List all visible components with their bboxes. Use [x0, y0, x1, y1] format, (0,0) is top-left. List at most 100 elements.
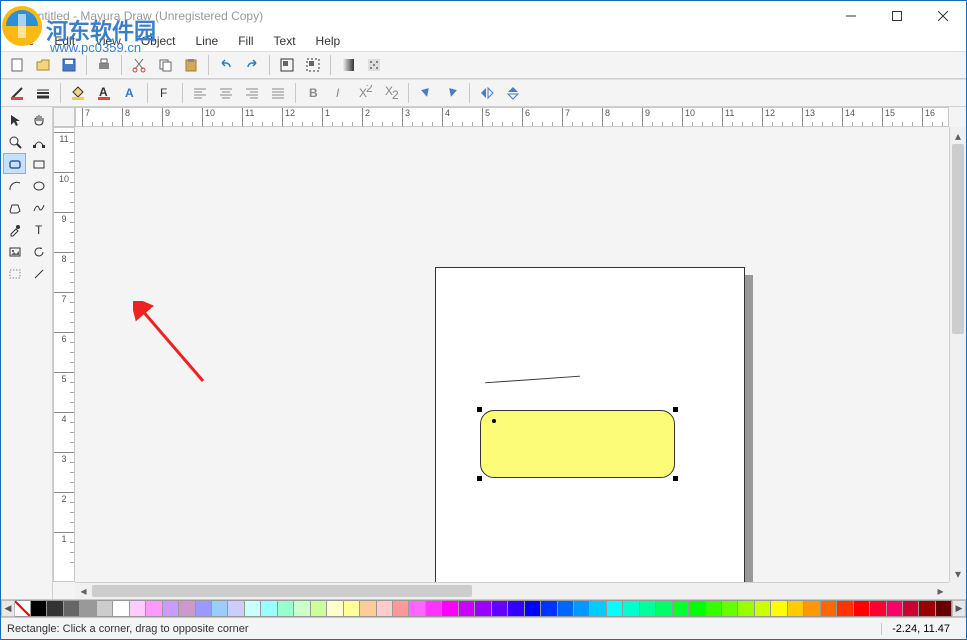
- horizontal-ruler[interactable]: 78910111212345678910111213141516: [75, 107, 949, 127]
- hand-tool[interactable]: [27, 109, 50, 130]
- menu-help[interactable]: Help: [308, 32, 349, 50]
- color-swatch[interactable]: [492, 600, 508, 617]
- subscript-button[interactable]: X2: [379, 82, 403, 104]
- color-swatch[interactable]: [360, 600, 376, 617]
- color-swatch[interactable]: [146, 600, 162, 617]
- color-swatch[interactable]: [804, 600, 820, 617]
- new-button[interactable]: [5, 54, 29, 76]
- node-tool[interactable]: [27, 131, 50, 152]
- vertical-scrollbar[interactable]: ▴ ▾: [949, 127, 966, 582]
- color-swatch[interactable]: [936, 600, 952, 617]
- close-button[interactable]: [920, 1, 966, 31]
- color-swatch[interactable]: [113, 600, 129, 617]
- redo-button[interactable]: [240, 54, 264, 76]
- rounded-rect-tool[interactable]: [3, 153, 26, 174]
- color-swatch[interactable]: [442, 600, 458, 617]
- paste-button[interactable]: [179, 54, 203, 76]
- menu-text[interactable]: Text: [266, 32, 304, 50]
- menu-line[interactable]: Line: [188, 32, 227, 50]
- scroll-thumb[interactable]: [92, 585, 472, 597]
- eyedropper-tool[interactable]: [3, 219, 26, 240]
- color-swatch[interactable]: [393, 600, 409, 617]
- color-swatch[interactable]: [640, 600, 656, 617]
- color-swatch[interactable]: [673, 600, 689, 617]
- line-color-button[interactable]: [5, 82, 29, 104]
- menu-file[interactable]: File: [7, 32, 42, 50]
- color-swatch[interactable]: [656, 600, 672, 617]
- menu-edit[interactable]: Edit: [46, 32, 83, 50]
- italic-button[interactable]: I: [327, 82, 351, 104]
- flip-h-button[interactable]: [475, 82, 499, 104]
- palette-scroll-left[interactable]: ◀: [1, 600, 15, 617]
- color-swatch[interactable]: [854, 600, 870, 617]
- menu-fill[interactable]: Fill: [230, 32, 261, 50]
- color-swatch[interactable]: [738, 600, 754, 617]
- color-swatch[interactable]: [212, 600, 228, 617]
- rect-tool[interactable]: [27, 153, 50, 174]
- copy-button[interactable]: [153, 54, 177, 76]
- align-left-button[interactable]: [188, 82, 212, 104]
- color-swatch[interactable]: [607, 600, 623, 617]
- canvas[interactable]: [75, 127, 949, 582]
- color-swatch[interactable]: [97, 600, 113, 617]
- color-swatch[interactable]: [327, 600, 343, 617]
- color-swatch[interactable]: [344, 600, 360, 617]
- corner-radius-handle[interactable]: [492, 419, 496, 423]
- color-swatch[interactable]: [163, 600, 179, 617]
- align-right-button[interactable]: [240, 82, 264, 104]
- rounded-rect-shape[interactable]: [480, 410, 675, 478]
- color-swatch[interactable]: [755, 600, 771, 617]
- color-swatch[interactable]: [887, 600, 903, 617]
- resize-handle[interactable]: [477, 407, 482, 412]
- color-swatch[interactable]: [788, 600, 804, 617]
- color-swatch[interactable]: [870, 600, 886, 617]
- scroll-left-icon[interactable]: ◂: [75, 583, 92, 599]
- line-tool[interactable]: [27, 263, 50, 284]
- pattern-button[interactable]: [362, 54, 386, 76]
- color-swatch[interactable]: [821, 600, 837, 617]
- color-swatch[interactable]: [525, 600, 541, 617]
- flip-v-button[interactable]: [501, 82, 525, 104]
- scroll-up-icon[interactable]: ▴: [950, 127, 966, 144]
- bold-button[interactable]: B: [301, 82, 325, 104]
- undo-button[interactable]: [214, 54, 238, 76]
- palette-scroll-right[interactable]: ▶: [952, 600, 966, 617]
- color-swatch[interactable]: [294, 600, 310, 617]
- text-tool[interactable]: T: [27, 219, 50, 240]
- color-swatch[interactable]: [261, 600, 277, 617]
- color-swatch[interactable]: [837, 600, 853, 617]
- arc-tool[interactable]: [3, 175, 26, 196]
- curve-tool[interactable]: [27, 197, 50, 218]
- ungroup-button[interactable]: [301, 54, 325, 76]
- color-swatch[interactable]: [706, 600, 722, 617]
- ellipse-tool[interactable]: [27, 175, 50, 196]
- text-color-button[interactable]: A: [92, 82, 116, 104]
- save-button[interactable]: [57, 54, 81, 76]
- font-button[interactable]: F: [153, 82, 177, 104]
- align-center-button[interactable]: [214, 82, 238, 104]
- superscript-button[interactable]: X2: [353, 82, 377, 104]
- color-swatch[interactable]: [47, 600, 63, 617]
- scroll-down-icon[interactable]: ▾: [950, 565, 966, 582]
- color-swatch[interactable]: [64, 600, 80, 617]
- menu-view[interactable]: View: [87, 32, 129, 50]
- color-swatch[interactable]: [377, 600, 393, 617]
- color-swatch[interactable]: [80, 600, 96, 617]
- maximize-button[interactable]: [874, 1, 920, 31]
- color-swatch[interactable]: [903, 600, 919, 617]
- color-swatch[interactable]: [475, 600, 491, 617]
- color-swatch[interactable]: [689, 600, 705, 617]
- color-swatch[interactable]: [311, 600, 327, 617]
- line-style-button[interactable]: [31, 82, 55, 104]
- color-swatch[interactable]: [590, 600, 606, 617]
- color-swatch[interactable]: [459, 600, 475, 617]
- color-swatch[interactable]: [558, 600, 574, 617]
- color-swatch[interactable]: [245, 600, 261, 617]
- minimize-button[interactable]: [828, 1, 874, 31]
- align-justify-button[interactable]: [266, 82, 290, 104]
- select-tool[interactable]: [3, 109, 26, 130]
- vertical-ruler[interactable]: 1110987654321: [53, 127, 75, 582]
- color-swatch[interactable]: [196, 600, 212, 617]
- font-color-button[interactable]: A: [118, 82, 142, 104]
- color-swatch[interactable]: [541, 600, 557, 617]
